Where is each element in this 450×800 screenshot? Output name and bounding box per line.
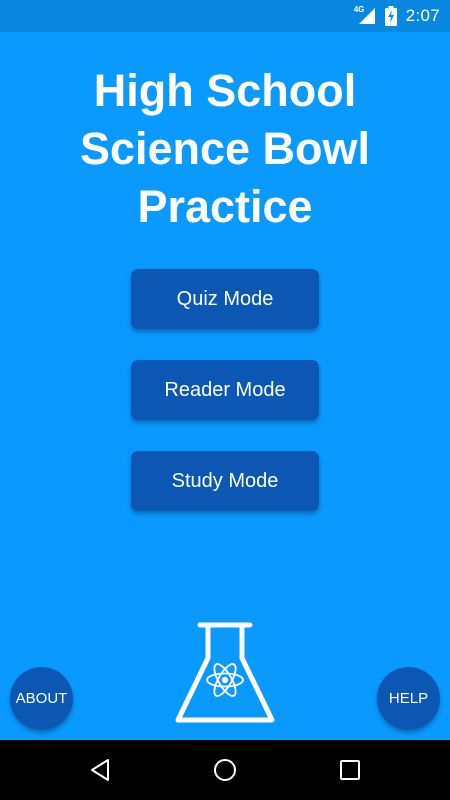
main-screen: 4G 2:07 High School Science Bowl Practic… <box>0 0 450 800</box>
network-type-label: 4G <box>353 5 365 14</box>
reader-mode-button[interactable]: Reader Mode <box>131 360 319 420</box>
atom-flask-icon <box>175 622 275 723</box>
quiz-mode-button[interactable]: Quiz Mode <box>131 269 319 329</box>
recents-icon[interactable] <box>320 740 380 800</box>
title-line-2: Science Bowl <box>79 123 371 174</box>
help-button[interactable]: HELP <box>377 667 440 730</box>
back-icon[interactable] <box>70 740 130 800</box>
status-icons: 4G 2:07 <box>354 0 440 32</box>
clock: 2:07 <box>405 6 440 25</box>
about-button[interactable]: ABOUT <box>10 667 73 730</box>
title-line-3: Practice <box>137 181 313 232</box>
home-icon[interactable] <box>195 740 255 800</box>
signal-icon: 4G <box>353 5 376 25</box>
navigation-bar <box>0 740 450 800</box>
study-mode-button[interactable]: Study Mode <box>131 451 319 511</box>
battery-charging-icon <box>384 6 397 26</box>
page-title: High School Science Bowl Practice <box>0 62 450 236</box>
title-line-1: High School <box>93 65 357 116</box>
status-bar: 4G 2:07 <box>0 0 450 32</box>
